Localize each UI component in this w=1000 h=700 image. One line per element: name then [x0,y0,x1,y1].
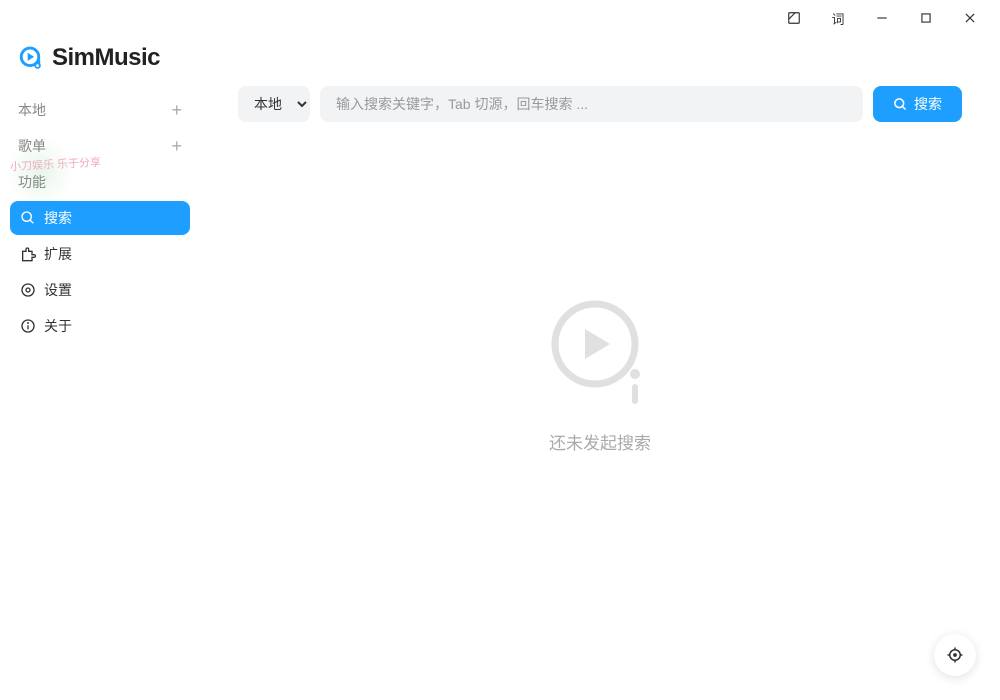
nav-extensions[interactable]: 扩展 [10,237,190,271]
empty-state: 还未发起搜索 [238,122,962,700]
search-button-label: 搜索 [914,94,942,114]
section-playlist: 歌单 + [10,128,190,164]
nav-settings-label: 设置 [44,280,72,300]
maximize-button[interactable] [904,0,948,36]
info-icon [20,318,36,334]
empty-state-text: 还未发起搜索 [549,429,651,454]
sidebar: SimMusic 小刀娱乐 乐于分享 本地 + 歌单 + 功能 搜索 扩展 设置 [0,36,200,700]
mini-mode-icon[interactable] [772,0,816,36]
target-icon [946,646,964,664]
section-playlist-label: 歌单 [18,136,46,156]
nav-search[interactable]: 搜索 [10,201,190,235]
minimize-button[interactable] [860,0,904,36]
section-local-label: 本地 [18,100,46,120]
search-icon [20,210,36,226]
window-titlebar: 词 [0,0,1000,36]
empty-state-icon [540,289,660,409]
nav-about-label: 关于 [44,316,72,336]
section-features: 功能 [10,164,190,200]
search-icon [893,97,908,112]
search-input[interactable] [320,86,863,122]
puzzle-icon [20,246,36,262]
nav-about[interactable]: 关于 [10,309,190,343]
add-playlist-button[interactable]: + [171,137,182,155]
search-button[interactable]: 搜索 [873,86,962,122]
app-name: SimMusic [52,44,160,72]
close-button[interactable] [948,0,992,36]
section-local: 本地 + [10,92,190,128]
gear-icon [20,282,36,298]
logo-icon [16,44,44,72]
search-bar: 本地 搜索 [238,86,962,122]
source-select[interactable]: 本地 [238,86,310,122]
lyrics-button[interactable]: 词 [816,9,860,28]
main-content: 本地 搜索 还未发起搜索 [200,36,1000,700]
locate-button[interactable] [934,634,976,676]
section-features-label: 功能 [18,172,46,192]
add-local-button[interactable]: + [171,101,182,119]
app-logo: SimMusic [10,36,190,92]
nav-search-label: 搜索 [44,208,72,228]
nav-settings[interactable]: 设置 [10,273,190,307]
nav-extensions-label: 扩展 [44,244,72,264]
